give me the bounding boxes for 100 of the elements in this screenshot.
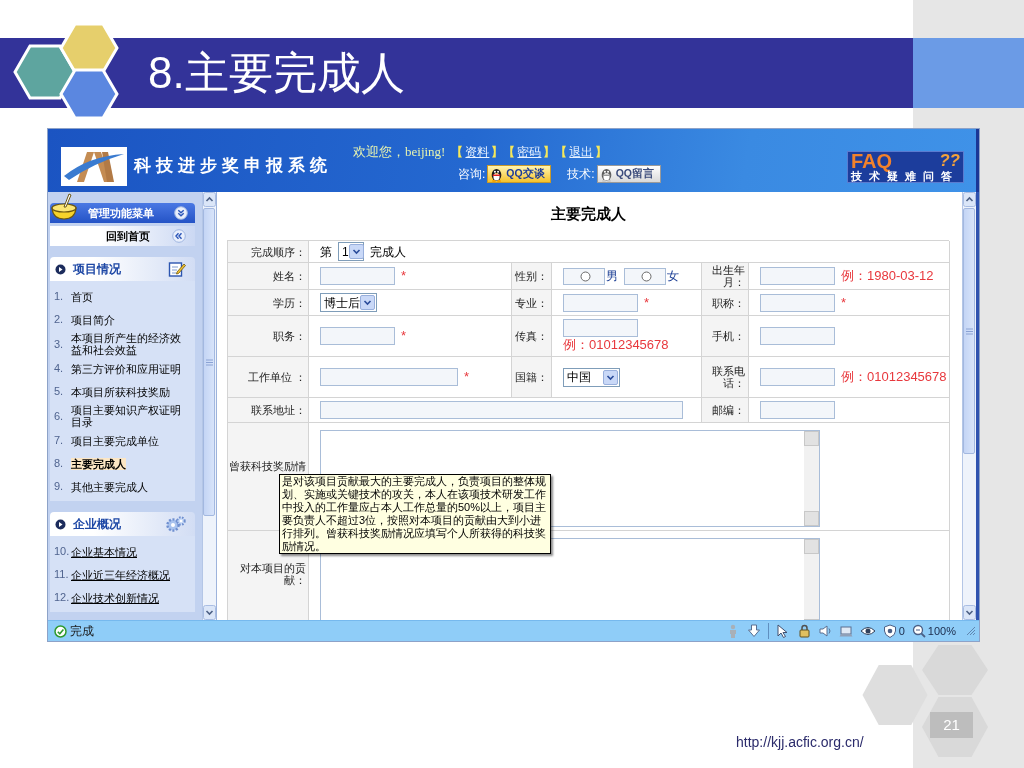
faq-logo[interactable]: FAQ ?? 技术疑难问答 — [847, 151, 964, 183]
dropdown-select[interactable]: 1 — [338, 242, 364, 261]
menu-item[interactable]: 企业基本情况 — [71, 545, 137, 558]
laptop-icon[interactable] — [838, 624, 853, 638]
text-input-field[interactable] — [760, 327, 835, 345]
required-mark: * — [401, 328, 407, 344]
menu-item[interactable]: 其他主要完成人 — [71, 480, 148, 493]
scroll-down-button[interactable] — [203, 605, 216, 620]
edit-icon[interactable] — [168, 260, 186, 278]
resize-grip-icon[interactable] — [966, 626, 976, 636]
field-label: 邮编： — [702, 398, 749, 423]
slide-title: 8.主要完成人 — [148, 51, 405, 95]
text-input-field[interactable] — [320, 368, 458, 386]
contact-label: 技术: — [567, 166, 595, 183]
account-link[interactable]: 退出 — [567, 143, 596, 161]
bullet-icon — [55, 518, 66, 530]
field-label: 性别： — [512, 263, 552, 290]
item-number: 3. — [54, 336, 65, 352]
required-mark: * — [464, 369, 470, 385]
scroll-up-button[interactable] — [963, 192, 976, 207]
example-hint: 例：01012345678 — [841, 369, 947, 385]
qq-chat-button[interactable]: QQ交谈 — [487, 165, 552, 183]
text-input-field[interactable] — [320, 267, 395, 285]
text-input-field[interactable] — [760, 401, 835, 419]
down-arrow-icon[interactable] — [746, 624, 761, 638]
scrollbar[interactable] — [962, 192, 976, 620]
hexagon-logo-icon — [12, 22, 120, 120]
blocked-count: 0 — [898, 623, 905, 639]
system-title: 科技进步奖申报系统 — [134, 154, 332, 176]
field-label: 完成顺序： — [228, 241, 309, 263]
field-label: 联系地址： — [228, 398, 309, 423]
item-number: 1. — [54, 289, 65, 305]
required-mark: * — [841, 294, 847, 311]
radio-input[interactable] — [624, 267, 666, 285]
dropdown-select[interactable]: 中国 — [563, 367, 620, 387]
double-chevron-left-icon[interactable] — [172, 229, 186, 243]
menu-item[interactable]: 本项目所产生的经济效益和社会效益 — [71, 332, 185, 356]
account-link[interactable]: 资料 — [463, 143, 492, 161]
item-number: 4. — [54, 361, 65, 377]
bracket-mark: 【 — [503, 144, 516, 161]
scrollbar[interactable] — [202, 192, 216, 620]
radio-label: 女 — [667, 268, 679, 284]
example-hint: 例：01012345678 — [563, 337, 669, 353]
text-input-field[interactable] — [320, 401, 683, 419]
qq-chat-button[interactable]: QQ留言 — [596, 165, 661, 183]
menu-title: 管理功能菜单 — [88, 205, 154, 221]
form-title: 主要完成人 — [550, 204, 626, 224]
field-label: 出生年月： — [702, 263, 749, 290]
field-label: 职务： — [228, 316, 309, 357]
double-chevron-down-icon[interactable] — [174, 206, 188, 220]
pointer-icon[interactable] — [775, 624, 790, 638]
scrollbar-thumb[interactable] — [963, 208, 975, 454]
field-label: 专业： — [512, 290, 552, 316]
menu-item[interactable]: 项目主要完成单位 — [71, 434, 159, 447]
field-label: 传真： — [512, 316, 552, 357]
menu-item[interactable]: 企业近三年经济概况 — [71, 568, 170, 581]
text-input-field[interactable] — [563, 319, 638, 337]
field-label: 国籍： — [512, 357, 552, 398]
menu-item[interactable]: 首页 — [71, 290, 93, 303]
scroll-up-button[interactable] — [203, 192, 216, 207]
bracket-mark: 【 — [451, 144, 464, 161]
required-mark: * — [644, 294, 650, 311]
menu-item[interactable]: 第三方评价和应用证明 — [71, 362, 181, 375]
menu-item[interactable]: 项目主要知识产权证明目录 — [71, 404, 185, 428]
scroll-down-button[interactable] — [963, 605, 976, 620]
menu-item[interactable]: 项目简介 — [71, 313, 115, 326]
radio-input[interactable] — [563, 267, 605, 285]
text-input-field[interactable] — [320, 327, 395, 345]
check-circle-icon — [54, 624, 67, 638]
scrollbar[interactable] — [804, 539, 819, 620]
menu-item[interactable]: 主要完成人 — [71, 457, 126, 470]
text-input-field[interactable] — [760, 368, 835, 386]
item-number: 6. — [54, 408, 65, 424]
grip-lines-icon — [965, 327, 973, 335]
zoom-icon[interactable] — [911, 624, 926, 638]
eye-icon[interactable] — [859, 624, 876, 638]
speaker-icon[interactable] — [817, 624, 832, 638]
home-link[interactable]: 回到首页 — [106, 227, 150, 245]
scrollbar-thumb[interactable] — [203, 208, 215, 516]
text-input-field[interactable] — [563, 293, 638, 312]
dropdown-select[interactable]: 博士后 — [320, 293, 377, 312]
text-area-field[interactable] — [320, 538, 820, 620]
item-number: 7. — [54, 433, 65, 449]
text-input-field[interactable] — [760, 293, 835, 312]
zoom-level: 100% — [927, 623, 956, 639]
order-prefix-text: 第 — [320, 243, 332, 260]
example-hint: 例：1980-03-12 — [841, 268, 934, 284]
welcome-text: 欢迎您，beijing! — [353, 143, 446, 162]
text-input-field[interactable] — [760, 267, 835, 285]
section-title: 企业概况 — [73, 516, 121, 533]
field-label: 工作单位 ： — [228, 357, 309, 398]
shield-icon[interactable] — [882, 624, 897, 638]
lock-icon[interactable] — [796, 624, 811, 638]
url-link[interactable]: http://kjj.acfic.org.cn/ — [736, 732, 864, 753]
account-link[interactable]: 密码 — [515, 143, 544, 161]
menu-item[interactable]: 本项目所获科技奖励 — [71, 385, 170, 398]
bracket-mark: 】 — [543, 144, 556, 161]
field-label: 手机： — [702, 316, 749, 357]
menu-item[interactable]: 企业技术创新情况 — [71, 591, 159, 604]
bracket-mark: 【 — [555, 144, 568, 161]
